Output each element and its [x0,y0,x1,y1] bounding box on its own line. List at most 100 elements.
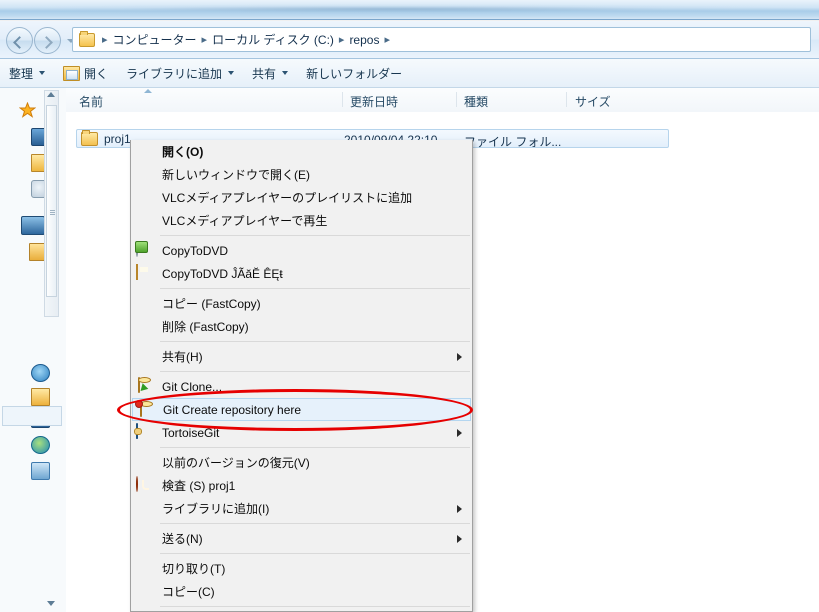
menu-separator [160,341,470,342]
menu-item-open-new-window[interactable]: 新しいウィンドウで開く(E) [131,163,472,186]
menu-item-cut[interactable]: 切り取り(T) [131,557,472,580]
computer-icon[interactable] [21,216,45,235]
title-bar [0,0,819,20]
column-divider[interactable] [456,92,457,107]
menu-separator [160,606,470,607]
menu-item-copytodvd[interactable]: CopyToDVD [131,239,472,262]
menu-separator [160,553,470,554]
menu-item-label: 削除 (FastCopy) [162,320,249,334]
menu-item-tortoisegit[interactable]: TortoiseGit [131,421,472,444]
menu-item-scan[interactable]: 検査 (S) proj1 [131,474,472,497]
menu-item-fastcopy-copy[interactable]: コピー (FastCopy) [131,292,472,315]
toolbar-add-to-library-label: ライブラリに追加 [126,66,223,81]
menu-item-vlc-add-to-playlist[interactable]: VLCメディアプレイヤーのプレイリストに追加 [131,186,472,209]
menu-item-label: CopyToDVD [162,243,229,258]
menu-item-git-clone[interactable]: Git Clone... [131,375,472,398]
title-bar-divider [0,19,819,20]
open-folder-icon [63,65,81,81]
menu-separator [160,447,470,448]
menu-item-share[interactable]: 共有(H) [131,345,472,368]
toolbar-organize-label: 整理 [9,66,34,81]
toolbar-open-button[interactable]: 開く [54,62,117,84]
git-clone-icon [136,377,152,394]
column-header-size[interactable]: サイズ [575,93,611,110]
menu-item-restore-previous-versions[interactable]: 以前のバージョンの復元(V) [131,451,472,474]
menu-item-label: コピー (FastCopy) [162,297,261,311]
breadcrumb[interactable]: ▸ コンピューター ▸ ローカル ディスク (C:) ▸ repos ▸ [72,27,811,52]
menu-item-fastcopy-delete[interactable]: 削除 (FastCopy) [131,315,472,338]
network-icon[interactable] [31,364,50,382]
menu-item-add-to-library[interactable]: ライブラリに追加(I) [131,497,472,520]
back-button[interactable] [6,27,33,54]
breadcrumb-separator: ▸ [384,34,390,46]
copytodvd-disc-icon [136,241,152,258]
menu-separator [160,523,470,524]
chevron-down-icon [282,71,289,75]
menu-item-send-to[interactable]: 送る(N) [131,527,472,550]
sort-indicator-icon [144,89,152,93]
menu-separator [160,371,470,372]
menu-item-vlc-play[interactable]: VLCメディアプレイヤーで再生 [131,209,472,232]
git-create-repo-icon [135,400,154,418]
breadcrumb-separator: ▸ [201,34,208,46]
menu-item-label: 開く(O) [162,145,204,159]
favorites-star-icon[interactable] [18,101,37,118]
menu-item-label: 検査 (S) proj1 [162,479,236,493]
navigation-pane [0,88,67,612]
column-header-row: 名前 更新日時 種類 サイズ [66,88,819,113]
submenu-arrow-icon [457,429,462,437]
tortoisegit-icon [136,423,152,440]
menu-item-git-create-repository-here[interactable]: Git Create repository here [132,398,471,421]
menu-item-label: ライブラリに追加(I) [162,502,270,516]
toolbar-share-button[interactable]: 共有 [243,62,297,84]
context-menu[interactable]: 開く(O) 新しいウィンドウで開く(E) VLCメディアプレイヤーのプレイリスト… [130,140,473,612]
nav-pane-scrollbar[interactable] [44,90,59,317]
title-bar-glass [0,4,819,14]
breadcrumb-item-repos[interactable]: repos [349,33,379,47]
menu-item-copytodvd-label[interactable]: CopyToDVD ĴÃăĔ ÊĘŧ [131,262,472,285]
column-header-name[interactable]: 名前 [79,93,103,110]
scroll-down-arrow-icon[interactable] [47,601,55,606]
toolbar-open-label: 開く [84,66,109,81]
breadcrumb-item-localdisk[interactable]: ローカル ディスク (C:) [212,31,334,48]
file-type-label: ファイル フォル... [464,135,562,149]
breadcrumb-separator: ▸ [102,34,108,46]
navigation-bar: ▸ コンピューター ▸ ローカル ディスク (C:) ▸ repos ▸ [0,21,819,59]
menu-item-label: 以前のバージョンの復元(V) [162,456,310,470]
submenu-arrow-icon [457,535,462,543]
column-header-date[interactable]: 更新日時 [350,93,398,110]
menu-item-copy[interactable]: コピー(C) [131,580,472,603]
column-divider[interactable] [566,92,567,107]
explorer-window: ▸ コンピューター ▸ ローカル ディスク (C:) ▸ repos ▸ 整理 … [0,0,819,612]
nav-pane-selected-item[interactable] [2,406,62,426]
toolbar-organize-button[interactable]: 整理 [0,62,54,84]
menu-separator [160,288,470,289]
control-panel-icon[interactable] [31,462,50,480]
menu-item-label: 共有(H) [162,350,203,364]
scrollbar-thumb[interactable] [46,105,57,297]
file-name-label: proj1 [104,131,131,146]
menu-item-label: TortoiseGit [162,425,220,440]
menu-item-label: 切り取り(T) [162,562,226,576]
documents-folder-icon[interactable] [31,388,50,406]
menu-item-label: Git Clone... [162,379,223,394]
toolbar-add-to-library-button[interactable]: ライブラリに追加 [117,62,243,84]
forward-button[interactable] [34,27,61,54]
breadcrumb-separator: ▸ [338,34,345,46]
breadcrumb-item-computer[interactable]: コンピューター [113,31,197,48]
toolbar-new-folder-label: 新しいフォルダー [306,66,403,81]
scroll-up-arrow-icon[interactable] [47,92,55,97]
antivirus-scan-icon [136,476,152,493]
column-header-type[interactable]: 種類 [464,93,488,110]
menu-item-label: CopyToDVD ĴÃăĔ ÊĘŧ [162,266,283,281]
chevron-down-icon [39,71,46,75]
menu-item-label: 新しいウィンドウで開く(E) [162,168,310,182]
toolbar-new-folder-button[interactable]: 新しいフォルダー [297,62,411,84]
menu-item-label: コピー(C) [162,585,215,599]
column-divider[interactable] [342,92,343,107]
menu-item-label: VLCメディアプレイヤーで再生 [162,214,328,228]
menu-item-open[interactable]: 開く(O) [131,140,472,163]
menu-item-label: Git Create repository here [163,402,302,417]
internet-icon[interactable] [31,436,50,454]
submenu-arrow-icon [457,353,462,361]
